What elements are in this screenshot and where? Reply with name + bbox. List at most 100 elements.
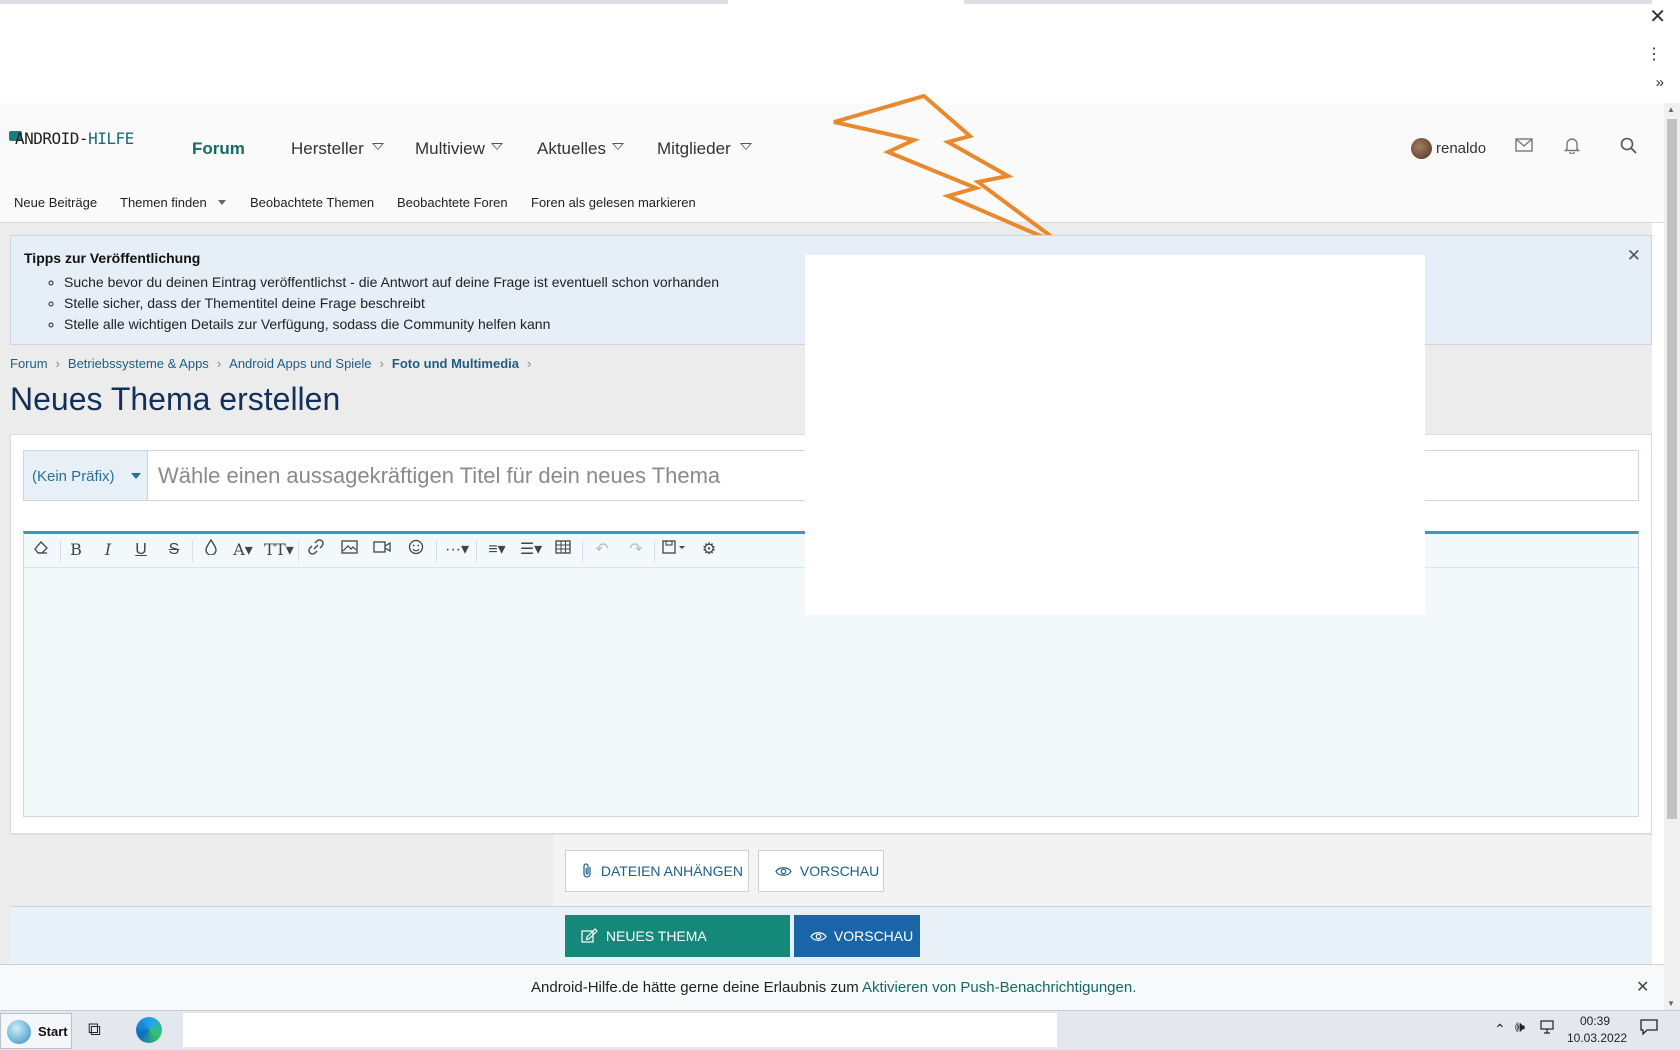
- site-logo[interactable]: ANDROID-HILFE: [15, 129, 134, 148]
- logo-suffix: HILFE: [88, 129, 134, 148]
- search-icon[interactable]: [1620, 137, 1637, 159]
- toolbar-separator: [582, 540, 583, 562]
- scroll-down-icon[interactable]: ▼: [1667, 999, 1675, 1008]
- avatar[interactable]: [1411, 138, 1432, 159]
- push-notice-text: Android-Hilfe.de hätte gerne deine Erlau…: [531, 979, 1136, 996]
- tips-item: Stelle alle wichtigen Details zur Verfüg…: [64, 314, 719, 335]
- scroll-thumb[interactable]: [1667, 119, 1677, 819]
- eraser-icon[interactable]: [29, 539, 53, 561]
- tray-expand-icon[interactable]: ⌃: [1494, 1021, 1506, 1038]
- more-options-icon[interactable]: ···▾: [442, 539, 472, 561]
- enable-push-link[interactable]: Aktivieren von Push-Benachrichtigungen.: [862, 979, 1136, 996]
- notification-center-icon[interactable]: [1640, 1019, 1658, 1040]
- breadcrumb-separator-icon: ›: [216, 356, 222, 371]
- toolbar-separator: [192, 540, 193, 562]
- list-icon[interactable]: ☰▾: [516, 539, 546, 561]
- font-family-icon[interactable]: A▾: [231, 539, 255, 561]
- text-color-icon[interactable]: [199, 538, 223, 561]
- breadcrumb-forum[interactable]: Forum: [10, 356, 48, 371]
- prefix-dropdown-icon[interactable]: [131, 473, 141, 479]
- attach-files-label: DATEIEN ANHÄNGEN: [600, 863, 743, 879]
- logo-prefix: ANDROID-: [15, 129, 89, 148]
- clock-date[interactable]: 10.03.2022: [1567, 1031, 1627, 1045]
- active-tab[interactable]: [728, 0, 964, 4]
- mail-icon[interactable]: [1515, 137, 1533, 157]
- close-window-icon[interactable]: ✕: [1649, 4, 1666, 29]
- image-icon[interactable]: [337, 539, 361, 561]
- task-view-icon[interactable]: ⧉: [88, 1019, 101, 1040]
- hersteller-dropdown-icon[interactable]: [372, 143, 384, 150]
- browser-chrome: [0, 0, 1680, 103]
- chevron-more-icon[interactable]: »: [1656, 74, 1664, 91]
- redacted-region: [805, 255, 1425, 615]
- nav-aktuelles[interactable]: Aktuelles: [537, 139, 606, 159]
- preview-label: VORSCHAU: [799, 863, 880, 879]
- subnav-neue-beitraege[interactable]: Neue Beiträge: [14, 195, 97, 210]
- prefix-select[interactable]: (Kein Präfix): [32, 468, 115, 485]
- subnav-foren-gelesen[interactable]: Foren als gelesen markieren: [531, 195, 696, 210]
- close-icon[interactable]: ✕: [1627, 246, 1641, 266]
- tips-title: Tipps zur Veröffentlichung: [24, 250, 201, 266]
- browser-menu-icon[interactable]: ⋮: [1646, 44, 1662, 64]
- preview-submit-label: VORSCHAU: [833, 928, 914, 944]
- align-icon[interactable]: ≡▾: [482, 539, 512, 561]
- drafts-icon[interactable]: [660, 539, 690, 561]
- close-icon[interactable]: ✕: [1636, 977, 1649, 997]
- table-icon[interactable]: [551, 539, 575, 561]
- bell-icon[interactable]: [1563, 137, 1581, 159]
- settings-icon[interactable]: ⚙: [697, 539, 721, 561]
- attach-files-button[interactable]: DATEIEN ANHÄNGEN: [565, 850, 749, 892]
- eye-icon: [775, 863, 796, 879]
- media-icon[interactable]: [370, 539, 394, 561]
- tips-item: Suche bevor du deinen Eintrag veröffentl…: [64, 272, 719, 293]
- mitglieder-dropdown-icon[interactable]: [740, 143, 752, 150]
- create-thread-button[interactable]: NEUES THEMA ERSTELLEN: [565, 915, 790, 986]
- smilie-icon[interactable]: [404, 539, 428, 561]
- push-message: Android-Hilfe.de hätte gerne deine Erlau…: [531, 979, 859, 996]
- preview-button[interactable]: VORSCHAU: [758, 850, 884, 892]
- start-button[interactable]: Start: [0, 1013, 72, 1049]
- subnav-themen-finden[interactable]: Themen finden: [120, 195, 207, 210]
- lightning-bolt-annotation: [833, 94, 1066, 248]
- tips-item: Stelle sicher, dass der Thementitel dein…: [64, 293, 719, 314]
- aktuelles-dropdown-icon[interactable]: [612, 143, 624, 150]
- breadcrumb-betriebssysteme[interactable]: Betriebssysteme & Apps: [68, 356, 209, 371]
- page-title: Neues Thema erstellen: [10, 381, 341, 417]
- user-name[interactable]: renaldo: [1436, 140, 1486, 157]
- link-icon[interactable]: [304, 539, 328, 561]
- taskbar: Start ⧉ ⌃ 🕪 00:39 10.03.2022: [0, 1010, 1680, 1050]
- clock-time[interactable]: 00:39: [1580, 1014, 1610, 1028]
- redo-icon[interactable]: ↷: [624, 539, 648, 561]
- breadcrumb-foto-multimedia[interactable]: Foto und Multimedia: [392, 356, 519, 371]
- underline-icon[interactable]: U: [129, 539, 153, 561]
- nav-mitglieder[interactable]: Mitglieder: [657, 139, 731, 159]
- italic-icon[interactable]: I: [96, 539, 120, 561]
- actions-spacer: [10, 835, 553, 907]
- network-icon[interactable]: [1540, 1020, 1556, 1037]
- breadcrumb-separator-icon: ›: [379, 356, 384, 371]
- breadcrumb: Forum › Betriebssysteme & Apps › Android App…: [10, 356, 539, 371]
- preview-submit-button[interactable]: VORSCHAU: [794, 915, 920, 957]
- subnav-beobachtete-themen[interactable]: Beobachtete Themen: [250, 195, 374, 210]
- toolbar-separator: [476, 540, 477, 562]
- start-orb-icon: [7, 1020, 31, 1044]
- strikethrough-icon[interactable]: S: [162, 539, 186, 561]
- start-label: Start: [38, 1024, 68, 1039]
- edge-browser-icon[interactable]: [136, 1017, 162, 1043]
- bold-icon[interactable]: B: [64, 539, 88, 561]
- eye-icon: [810, 928, 834, 944]
- multiview-dropdown-icon[interactable]: [491, 143, 503, 150]
- page-scrollbar[interactable]: ▲ ▼: [1664, 103, 1680, 1010]
- themen-finden-dropdown-icon[interactable]: [218, 200, 226, 205]
- undo-icon[interactable]: ↶: [590, 539, 614, 561]
- nav-hersteller[interactable]: Hersteller: [291, 139, 364, 159]
- volume-icon[interactable]: 🕪: [1515, 1019, 1525, 1037]
- scroll-up-icon[interactable]: ▲: [1667, 105, 1675, 114]
- font-size-icon[interactable]: TT▾: [264, 539, 294, 561]
- subnav-beobachtete-foren[interactable]: Beobachtete Foren: [397, 195, 508, 210]
- toolbar-separator: [60, 540, 61, 562]
- breadcrumb-android-apps[interactable]: Android Apps und Spiele: [229, 356, 371, 371]
- paperclip-icon: [582, 863, 597, 879]
- nav-forum[interactable]: Forum: [192, 139, 245, 159]
- nav-multiview[interactable]: Multiview: [415, 139, 485, 159]
